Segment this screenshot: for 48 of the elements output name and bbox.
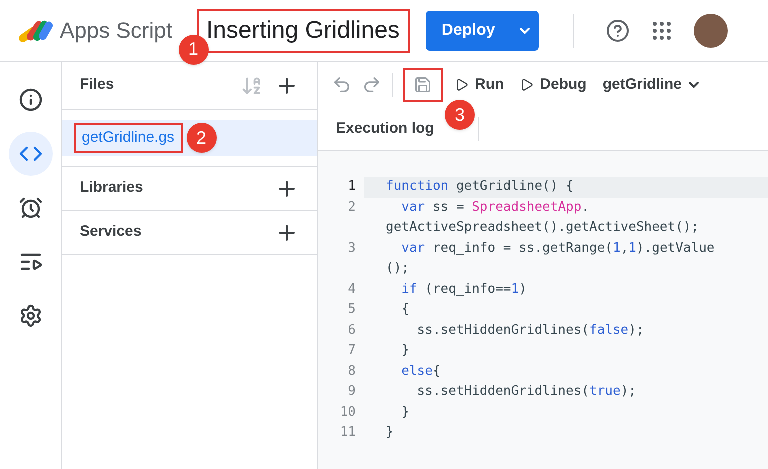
avatar[interactable] bbox=[694, 14, 728, 48]
save-icon bbox=[414, 76, 432, 94]
line-number: 11 bbox=[339, 424, 357, 442]
undo-icon[interactable] bbox=[332, 75, 352, 95]
rail-button[interactable] bbox=[8, 132, 52, 176]
code-line: else{ bbox=[400, 362, 442, 380]
line-number: 8 bbox=[347, 362, 357, 380]
section-heading: Services bbox=[80, 222, 142, 242]
section-heading: Libraries bbox=[80, 178, 144, 198]
alarm-clock-icon bbox=[18, 196, 42, 220]
code-line: { bbox=[400, 301, 410, 319]
code-line: var req_info = ss.getRange(1,1).getValue (); bbox=[385, 240, 716, 278]
code-line: if (req_info==1) bbox=[400, 280, 528, 298]
line-number: 4 bbox=[347, 280, 357, 298]
files-heading: Files bbox=[80, 75, 114, 96]
execution-log-button[interactable]: Execution log bbox=[336, 118, 434, 140]
code-line: } bbox=[400, 404, 410, 422]
code-line: var ss = SpreadsheetApp. getActiveSpreadsheet().getActiveSheet(); bbox=[385, 198, 700, 237]
code-line: ss.setHiddenGridlines(false); bbox=[416, 322, 646, 340]
play-icon bbox=[520, 78, 534, 92]
line-number: 1 bbox=[347, 178, 357, 196]
run-button[interactable]: Run bbox=[455, 74, 504, 96]
step-marker: 2 bbox=[186, 123, 217, 153]
settings-icon bbox=[18, 304, 42, 328]
step-marker: 3 bbox=[445, 100, 475, 130]
info-icon bbox=[18, 88, 42, 112]
line-number: 7 bbox=[347, 342, 357, 360]
code-line: ss.setHiddenGridlines(true); bbox=[416, 383, 638, 401]
save-button[interactable] bbox=[403, 68, 443, 102]
line-number: 10 bbox=[339, 404, 357, 422]
app-name: Apps Script bbox=[60, 17, 172, 45]
line-number: 3 bbox=[347, 240, 357, 258]
line-number: 2 bbox=[347, 198, 357, 216]
line-number: 5 bbox=[347, 301, 357, 319]
project-title[interactable]: Inserting Gridlines bbox=[196, 8, 410, 52]
file-name: getGridline.gs bbox=[74, 122, 183, 154]
debug-button[interactable]: Debug bbox=[520, 74, 587, 96]
line-number: 9 bbox=[347, 383, 357, 401]
play-icon bbox=[455, 78, 469, 92]
line-number: 6 bbox=[347, 322, 357, 340]
deploy-button[interactable]: Deploy bbox=[426, 10, 539, 50]
step-marker: 1 bbox=[178, 34, 208, 64]
code-line: } bbox=[400, 342, 410, 360]
redo-icon[interactable] bbox=[362, 75, 382, 95]
function-dropdown[interactable]: getGridline bbox=[602, 74, 702, 96]
code-line: } bbox=[385, 424, 395, 442]
help-icon[interactable] bbox=[606, 18, 630, 42]
file-item[interactable]: getGridline.gs 2 bbox=[62, 120, 317, 156]
